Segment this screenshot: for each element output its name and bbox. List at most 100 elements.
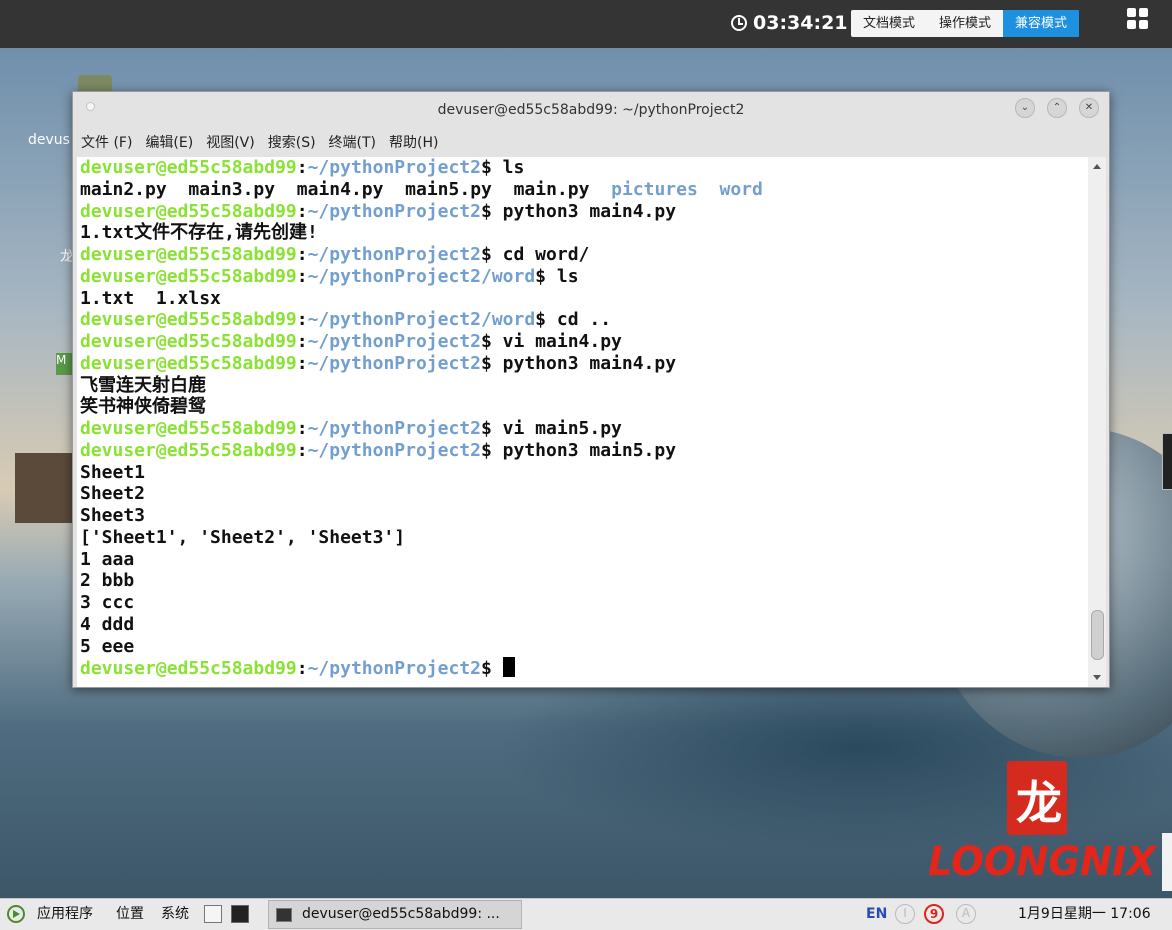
operate-mode-button[interactable]: 操作模式 [927, 10, 1003, 37]
prompt-dollar: $ [480, 157, 503, 178]
output-text: Sheet2 [80, 483, 146, 505]
prompt-user-host: devuser@ed55c58abd99 [80, 157, 297, 178]
menu-terminal[interactable]: 终端(T) [321, 130, 381, 157]
output-text: 1.txt文件不存在,请先创建! [80, 222, 318, 244]
prompt-separator: : [296, 331, 308, 352]
prompt-separator: : [296, 157, 308, 178]
terminal-line: ['Sheet1', 'Sheet2', 'Sheet3'] [80, 527, 763, 549]
ls-directory: word [719, 178, 763, 200]
terminal-line: 1.txt 1.xlsx [80, 288, 763, 310]
terminal-line: 3 ccc [80, 592, 763, 614]
prompt-dollar: $ [480, 658, 503, 680]
scroll-thumb[interactable] [1091, 610, 1104, 660]
panel-clock[interactable]: 1月9日星期一 17:06 [1018, 899, 1151, 930]
minimize-icon[interactable]: ⌄ [1015, 98, 1035, 118]
terminal-output[interactable]: devuser@ed55c58abd99:~/pythonProject2$ l… [77, 157, 1088, 687]
prompt-user-host: devuser@ed55c58abd99 [80, 658, 297, 680]
ls-file: main5.py [405, 178, 492, 200]
desktop-icon-label[interactable]: devus [28, 132, 70, 148]
session-timer: 03:34:21 [731, 11, 848, 35]
applications-icon[interactable] [7, 905, 25, 923]
terminal-line: devuser@ed55c58abd99:~/pythonProject2/wo… [80, 309, 763, 331]
terminal-line: devuser@ed55c58abd99:~/pythonProject2$ p… [80, 353, 763, 375]
wallpaper-building [15, 453, 80, 523]
terminal-line: 4 ddd [80, 614, 763, 636]
prompt-user-host: devuser@ed55c58abd99 [80, 309, 297, 331]
prompt-path: ~/pythonProject2/word [307, 309, 536, 331]
terminal-line: 1.txt文件不存在,请先创建! [80, 222, 763, 244]
system-menu[interactable]: 系统 [161, 899, 189, 930]
terminal-line: devuser@ed55c58abd99:~/pythonProject2$ l… [80, 157, 763, 179]
maximize-icon[interactable]: ⌃ [1047, 98, 1067, 118]
taskbar-terminal-label: devuser@ed55c58abd99: ... [302, 906, 500, 922]
close-icon[interactable]: ✕ [1079, 98, 1099, 118]
mode-switcher: 文档模式 操作模式 兼容模式 [851, 10, 1080, 37]
prompt-dollar: $ [480, 331, 503, 352]
terminal-line: devuser@ed55c58abd99:~/pythonProject2$ c… [80, 244, 763, 266]
taskbar-terminal-button[interactable]: devuser@ed55c58abd99: ... [268, 900, 522, 929]
prompt-separator: : [296, 439, 308, 461]
places-menu[interactable]: 位置 [116, 899, 144, 930]
terminal-window[interactable]: devuser@ed55c58abd99: ~/pythonProject2 ⌄… [72, 91, 1110, 688]
terminal-task-icon [276, 908, 292, 922]
menu-search[interactable]: 搜索(S) [260, 130, 321, 157]
prompt-user-host: devuser@ed55c58abd99 [80, 200, 297, 222]
prompt-user-host: devuser@ed55c58abd99 [80, 418, 297, 439]
text-cursor [502, 657, 515, 678]
prompt-separator: : [296, 265, 308, 287]
output-text: 4 ddd [80, 613, 135, 635]
command-text: python3 main4.py [502, 352, 677, 374]
prompt-dollar: $ [480, 439, 503, 461]
terminal-lines: devuser@ed55c58abd99:~/pythonProject2$ l… [80, 157, 763, 680]
prompt-path: ~/pythonProject2 [307, 157, 481, 178]
grid-menu-icon[interactable] [1127, 8, 1149, 30]
applications-menu[interactable]: 应用程序 [37, 899, 93, 930]
terminal-line: devuser@ed55c58abd99:~/pythonProject2$ p… [80, 440, 763, 462]
ime-language[interactable]: EN [866, 899, 887, 930]
scroll-down-icon[interactable] [1093, 675, 1101, 680]
doc-mode-button[interactable]: 文档模式 [851, 10, 927, 37]
terminal-titlebar[interactable]: devuser@ed55c58abd99: ~/pythonProject2 ⌄… [73, 92, 1109, 130]
ime-badge-icon[interactable]: 9 [924, 904, 944, 924]
ls-file: main3.py [188, 178, 276, 200]
ime-status-icon[interactable]: I [895, 904, 915, 924]
session-timer-text: 03:34:21 [753, 12, 848, 34]
terminal-line: 1 aaa [80, 549, 763, 571]
prompt-separator: : [296, 658, 308, 680]
terminal-line: main2.py main3.py main4.py main5.py main… [80, 179, 763, 201]
terminal-launcher-icon[interactable] [231, 905, 249, 923]
command-text: ls [502, 157, 525, 178]
compat-mode-button[interactable]: 兼容模式 [1003, 10, 1080, 37]
command-text: python3 main5.py [502, 439, 677, 461]
menu-edit[interactable]: 编辑(E) [137, 130, 198, 157]
ls-file: main4.py [296, 178, 384, 200]
terminal-scrollbar[interactable] [1088, 157, 1106, 687]
command-text: cd .. [556, 309, 612, 331]
terminal-line: 2 bbb [80, 570, 763, 592]
menu-file[interactable]: 文件 (F) [73, 130, 137, 157]
prompt-path: ~/pythonProject2 [307, 439, 481, 461]
output-text: 2 bbb [80, 570, 135, 592]
command-text: cd word/ [502, 244, 590, 265]
terminal-line: 笑书神侠倚碧鸳 [80, 396, 763, 418]
output-text: Sheet1 [80, 461, 146, 483]
loongnix-logo-text: LOONGNIX [928, 839, 1157, 885]
prompt-dollar: $ [480, 200, 503, 222]
text-editor-launcher-icon[interactable] [204, 905, 222, 923]
menu-help[interactable]: 帮助(H) [381, 130, 443, 157]
prompt-path: ~/pythonProject2 [307, 331, 481, 352]
prompt-separator: : [296, 244, 308, 265]
terminal-line: 飞雪连天射白鹿 [80, 375, 763, 397]
terminal-line: devuser@ed55c58abd99:~/pythonProject2$ p… [80, 201, 763, 223]
command-text: vi main5.py [502, 418, 622, 439]
terminal-line: devuser@ed55c58abd99:~/pythonProject2$ v… [80, 331, 763, 353]
side-tab[interactable] [1162, 833, 1172, 891]
ls-file: main.py [513, 178, 590, 200]
scroll-up-icon[interactable] [1093, 164, 1101, 169]
menu-view[interactable]: 视图(V) [198, 130, 260, 157]
prompt-dollar: $ [480, 244, 503, 265]
prompt-user-host: devuser@ed55c58abd99 [80, 352, 297, 374]
prompt-dollar: $ [480, 352, 503, 374]
side-widget[interactable] [1162, 433, 1172, 490]
ime-mode-icon[interactable]: A [956, 904, 976, 924]
